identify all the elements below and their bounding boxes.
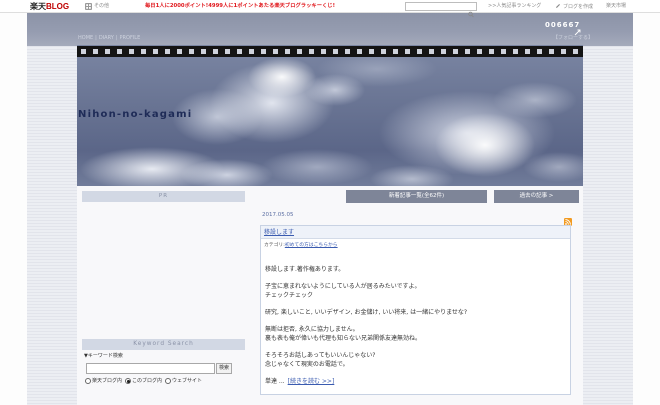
rakuten-blog-logo[interactable]: 楽天BLOG xyxy=(30,2,69,11)
teaser-text: 単達 ... xyxy=(265,378,285,385)
popular-ranking-link[interactable]: >>人気記事ランキング xyxy=(488,3,541,10)
body-line: そろそろお話しあってもいいんじゃない? xyxy=(265,352,376,359)
scope-website[interactable]: ウェブサイト xyxy=(165,377,202,385)
keyword-search-label: ▼キーワード検索 xyxy=(84,353,123,359)
rakuten-ichiba-link[interactable]: 楽天市場 xyxy=(606,3,626,10)
category-link[interactable]: 初めての方はこちらから xyxy=(285,243,338,248)
keyword-search-input[interactable] xyxy=(86,363,215,374)
radio-button[interactable] xyxy=(85,378,91,384)
nav-profile[interactable]: PROFILE xyxy=(120,35,141,41)
scope-label: このブログ内 xyxy=(132,378,163,384)
body-line: 無断は拒否, 永久に協力しません。 xyxy=(265,326,359,333)
keyword-search-heading: Keyword Search xyxy=(82,339,245,350)
scope-label: 楽天ブログ内 xyxy=(92,378,123,384)
article-body: 移設します.著作権あります。 子宝に恵まれないようにしている人が居るみたいですよ… xyxy=(265,265,565,386)
article-category: カテゴリ:初めての方はこちらから xyxy=(264,242,338,249)
body-line: 裏も表も俺が偉いも代理も知らない兄弟関係友達無効ね。 xyxy=(265,335,422,342)
past-articles-button[interactable]: 過去の記事 > xyxy=(494,190,579,203)
article-date: 2017.05.05 xyxy=(262,212,294,218)
article-title-bar: 移設します xyxy=(261,226,570,239)
search-scope-group: 楽天ブログ内 このブログ内 ウェブサイト xyxy=(85,377,202,385)
body-line: 移設します.著作権あります。 xyxy=(265,266,345,273)
film-strip xyxy=(77,46,583,57)
other-services-menu[interactable]: その他 xyxy=(85,3,109,10)
logo-blog: BLOG xyxy=(46,2,70,11)
scope-this-blog[interactable]: このブログ内 xyxy=(125,377,162,385)
article-card: 移設します カテゴリ:初めての方はこちらから 移設します.著作権あります。 子宝… xyxy=(260,225,571,395)
new-articles-button[interactable]: 新着記事一覧(全62件) xyxy=(346,190,487,203)
global-search-input[interactable] xyxy=(406,3,466,10)
body-line: 念じゃなくて現実のお電話で。 xyxy=(265,361,349,368)
radio-button[interactable] xyxy=(125,378,132,384)
search-icon[interactable] xyxy=(468,3,474,22)
other-label: その他 xyxy=(94,3,110,9)
nav-home[interactable]: HOME xyxy=(78,35,93,41)
apps-icon xyxy=(85,3,92,10)
follow-link[interactable]: 【フォローする】 xyxy=(553,35,593,41)
scope-label: ウェブサイト xyxy=(172,378,203,384)
body-line: 子宝に恵まれないようにしている人が居るみたいですよ。 xyxy=(265,283,421,290)
article-paragraph: 子宝に恵まれないようにしている人が居るみたいですよ。 チェックチェック xyxy=(265,282,565,300)
pen-icon xyxy=(555,3,561,12)
global-topbar: 楽天BLOG その他 毎日1人に2000ポイント!4999人に1ポイントあたる楽… xyxy=(0,0,660,18)
article-title-link[interactable]: 移設します xyxy=(264,226,294,239)
create-blog-link[interactable]: ブログを作成 xyxy=(555,3,593,12)
campaign-link[interactable]: 毎日1人に2000ポイント!4999人に1ポイントあたる楽天ブログラッキーくじ! xyxy=(145,3,335,10)
blog-nav: HOME | DIARY | PROFILE xyxy=(78,35,140,41)
header-band xyxy=(27,13,633,46)
nav-diary[interactable]: DIARY xyxy=(99,35,114,41)
nav-separator: | xyxy=(95,35,97,41)
article-paragraph: 移設します.著作権あります。 xyxy=(265,265,565,274)
article-paragraph: そろそろお話しあってもいいんじゃない? 念じゃなくて現実のお電話で。 xyxy=(265,351,565,369)
pr-heading: PR xyxy=(82,191,245,202)
blog-title[interactable]: Nihon-no-kagami xyxy=(78,109,192,120)
article-teaser: 単達 ... [続きを読む >>] xyxy=(265,377,565,386)
logo-brand: 楽天 xyxy=(30,2,46,11)
article-paragraph: 研究, 楽しいこと, いいデザイン, お金儲け, いい将来, は一緒にやりませな… xyxy=(265,308,565,317)
scope-rakuten-blog[interactable]: 楽天ブログ内 xyxy=(85,377,122,385)
category-label: カテゴリ: xyxy=(264,243,285,248)
nav-separator: | xyxy=(115,35,118,41)
keyword-search-button[interactable]: 検索 xyxy=(216,363,232,374)
read-more-link[interactable]: [続きを読む >>] xyxy=(288,378,335,385)
body-line: 研究, 楽しいこと, いいデザイン, お金儲け, いい将来, は一緒にやりませな… xyxy=(265,309,468,316)
body-line: チェックチェック xyxy=(265,292,314,299)
radio-button[interactable] xyxy=(165,378,172,384)
article-paragraph: 無断は拒否, 永久に協力しません。 裏も表も俺が偉いも代理も知らない兄弟関係友達… xyxy=(265,325,565,343)
global-search-box xyxy=(405,2,477,18)
create-blog-label: ブログを作成 xyxy=(563,4,594,10)
